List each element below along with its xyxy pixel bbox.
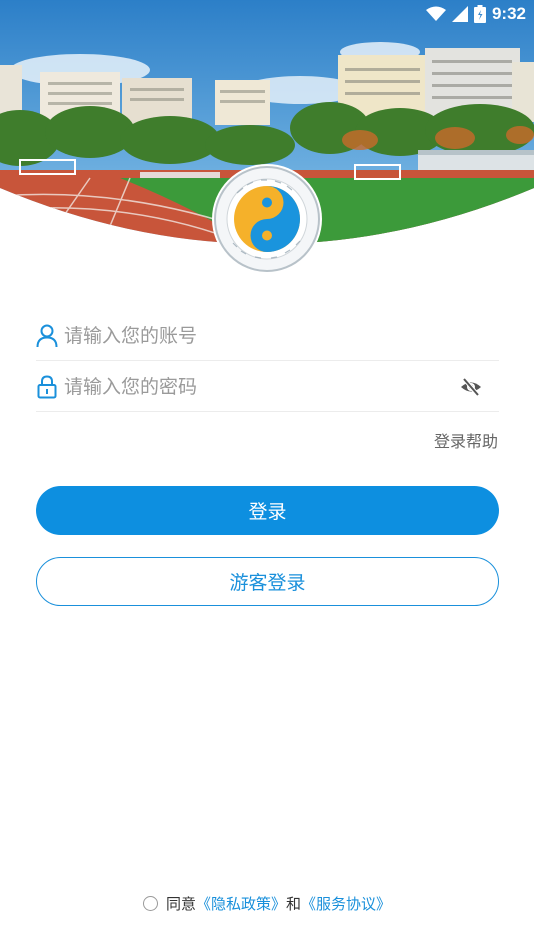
eye-off-icon[interactable] bbox=[459, 375, 483, 399]
signal-icon bbox=[451, 6, 468, 22]
agree-radio[interactable] bbox=[142, 896, 158, 911]
status-time: 9:32 bbox=[491, 4, 526, 23]
agreement-prefix: 同意 bbox=[165, 895, 196, 913]
school-emblem bbox=[211, 163, 323, 275]
guest-login-button-label: 游客登录 bbox=[229, 572, 306, 594]
guest-login-button[interactable]: 游客登录 bbox=[36, 557, 499, 606]
login-button-label: 登录 bbox=[248, 501, 287, 523]
account-field bbox=[36, 311, 499, 361]
login-help-link[interactable]: 登录帮助 bbox=[434, 428, 498, 452]
lock-icon bbox=[36, 374, 58, 400]
service-agreement-link[interactable]: 《服务协议》 bbox=[301, 893, 391, 914]
password-field bbox=[36, 362, 499, 412]
privacy-policy-link[interactable]: 《隐私政策》 bbox=[196, 893, 286, 914]
agreement-conjunction: 和 bbox=[286, 895, 302, 913]
user-icon bbox=[36, 323, 58, 349]
status-bar: 9:32 bbox=[0, 0, 534, 28]
wifi-icon bbox=[425, 6, 446, 21]
battery-icon bbox=[473, 5, 486, 23]
account-input[interactable] bbox=[64, 315, 444, 356]
password-input[interactable] bbox=[64, 366, 444, 407]
agreement-row: 同意 《隐私政策》 和 《服务协议》 bbox=[0, 893, 534, 914]
login-button[interactable]: 登录 bbox=[36, 486, 499, 535]
